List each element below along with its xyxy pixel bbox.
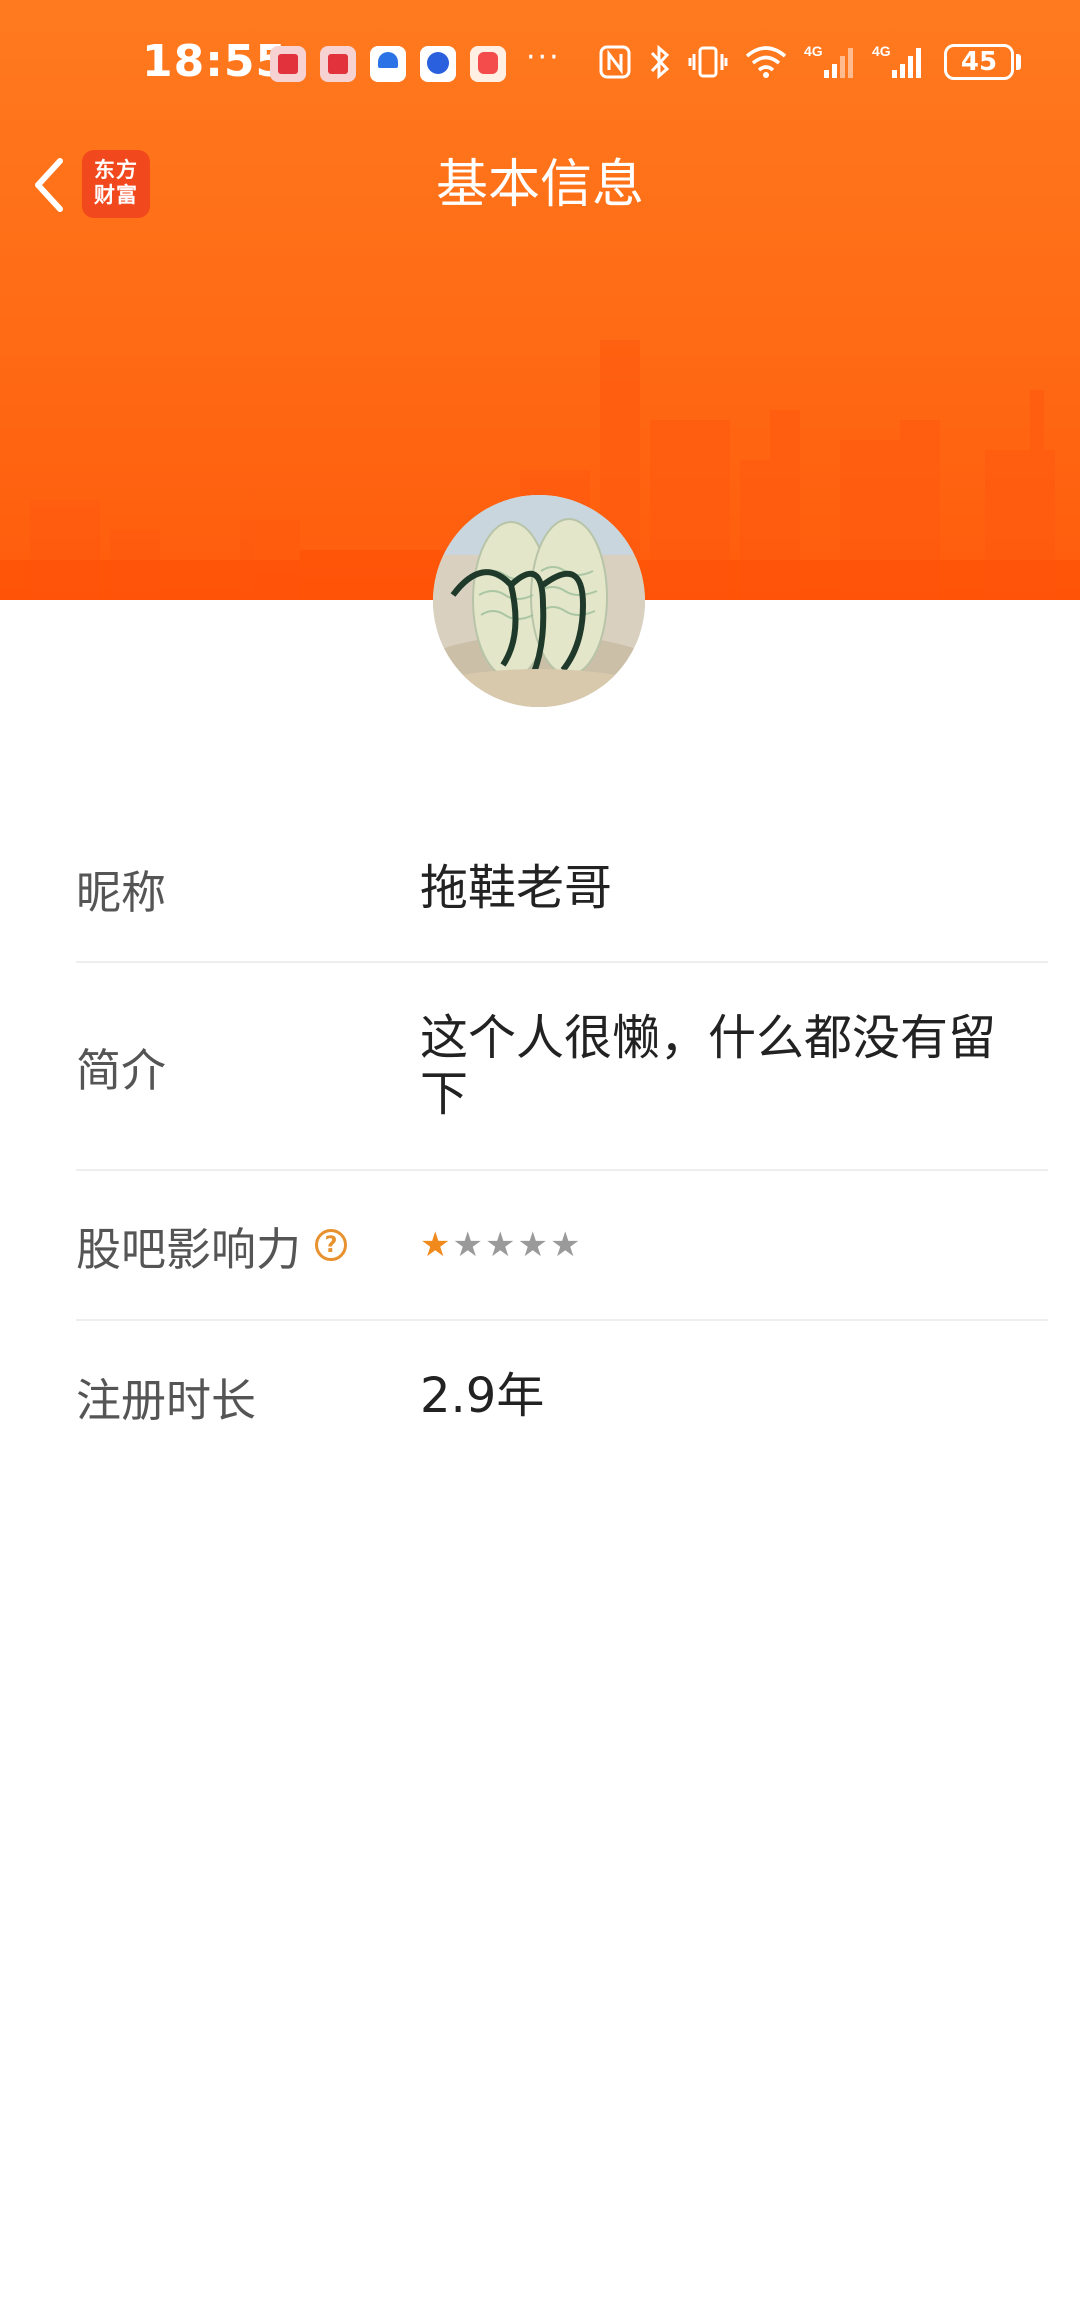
- star-empty-icon: ★: [484, 1225, 516, 1265]
- nickname-row: 昵称 拖鞋老哥: [76, 815, 1048, 963]
- svg-text:4G: 4G: [872, 43, 891, 59]
- nickname-value: 拖鞋老哥: [420, 860, 613, 916]
- brand-logo-line1: 东方: [94, 158, 138, 182]
- battery-indicator: 45: [944, 44, 1014, 80]
- profile-info-list: 昵称 拖鞋老哥 简介 这个人很懒，什么都没有留下 股吧影响力 ? ★ ★ ★ ★ ★ 注…: [76, 815, 1048, 1471]
- baidu-app-icon: [420, 46, 456, 82]
- bio-row: 简介 这个人很懒，什么都没有留下: [76, 963, 1048, 1171]
- notification-icons: [270, 46, 506, 82]
- svg-text:4G: 4G: [804, 43, 823, 59]
- browser-app-icon: [370, 46, 406, 82]
- book-app-icon: [270, 46, 306, 82]
- avatar[interactable]: [433, 495, 645, 707]
- screen: 18:55 ··· 4G 4G 45 东方 财富 基本信息 昵称 拖鞋老哥 简介…: [0, 0, 1080, 2310]
- registration-value: 2.9年: [420, 1368, 545, 1424]
- question-circle-icon[interactable]: ?: [315, 1229, 348, 1261]
- eastmoney-logo[interactable]: 东方 财富: [82, 150, 150, 218]
- registration-label: 注册时长: [76, 1373, 257, 1427]
- status-bar: 18:55 ··· 4G 4G 45: [0, 0, 1080, 130]
- bluetooth-icon: [650, 44, 670, 80]
- influence-rating-stars: ★ ★ ★ ★ ★: [420, 1225, 1008, 1265]
- cell-signal-icon: 4G: [804, 43, 853, 78]
- nfc-icon: [599, 45, 631, 79]
- status-time: 18:55: [142, 36, 288, 87]
- system-icons: 4G 4G: [598, 42, 924, 82]
- registration-row: 注册时长 2.9年: [76, 1321, 1048, 1471]
- influence-row: 股吧影响力 ? ★ ★ ★ ★ ★: [76, 1171, 1048, 1321]
- video-app-icon: [470, 46, 506, 82]
- star-filled-icon: ★: [420, 1225, 451, 1265]
- star-empty-icon: ★: [517, 1225, 548, 1265]
- bio-value: 这个人很懒，什么都没有留下: [420, 1010, 997, 1122]
- influence-label-wrap: 股吧影响力 ?: [76, 1213, 420, 1278]
- more-notifications-icon: ···: [526, 40, 561, 75]
- back-button[interactable]: [18, 150, 78, 220]
- influence-label: 股吧影响力: [76, 1222, 302, 1276]
- bio-label: 简介: [76, 1043, 167, 1097]
- battery-tip: [1016, 54, 1021, 70]
- reader-app-icon: [320, 46, 356, 82]
- brand-logo-line2: 财富: [94, 183, 138, 207]
- influence-value: ★ ★ ★ ★ ★: [420, 1225, 1048, 1265]
- vibrate-icon: [688, 46, 728, 78]
- cell-signal-2-icon: 4G: [872, 43, 921, 78]
- page-title: 基本信息: [435, 155, 644, 215]
- star-empty-icon: ★: [549, 1225, 581, 1265]
- wifi-icon: [745, 46, 787, 78]
- nickname-label: 昵称: [76, 865, 167, 919]
- avatar-image: [433, 495, 645, 707]
- chevron-left-icon: [35, 158, 63, 212]
- star-empty-icon: ★: [452, 1225, 483, 1265]
